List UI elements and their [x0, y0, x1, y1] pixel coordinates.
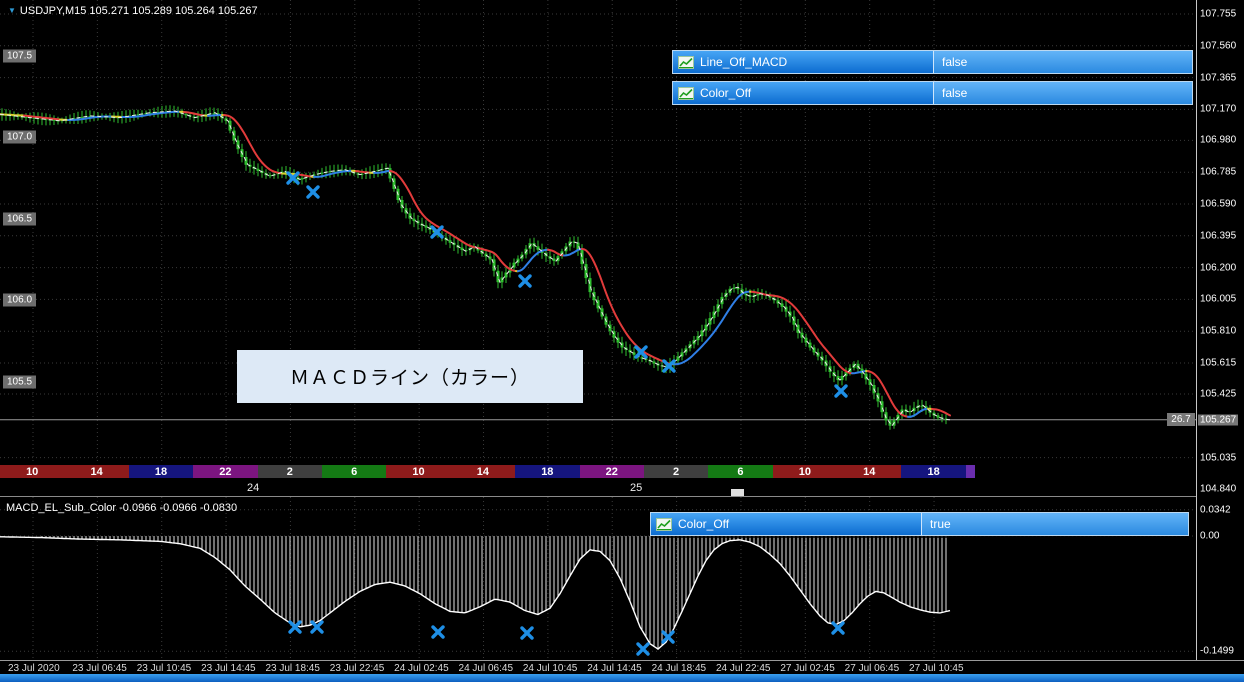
window-divider-grip[interactable] — [731, 489, 744, 496]
param-value: true — [921, 513, 1188, 535]
param-name: Line_Off_MACD — [700, 55, 788, 69]
param-name-cell: Color_Off — [651, 513, 921, 535]
scale-label: 104.840 — [1200, 483, 1237, 495]
price-level-tag: 105.5 — [3, 375, 37, 389]
time-axis-label: 24 Jul 02:45 — [394, 663, 449, 674]
indicator-icon — [678, 86, 694, 100]
scale-label: 107.170 — [1200, 103, 1237, 115]
time-axis-label: 24 Jul 06:45 — [458, 663, 514, 674]
session-segment: 18 — [515, 465, 580, 478]
time-axis-label: 23 Jul 2020 — [8, 663, 60, 674]
time-axis[interactable]: 23 Jul 2020 23 Jul 06:45 23 Jul 10:45 23 Ju… — [0, 660, 1244, 675]
param-name-cell: Line_Off_MACD — [673, 51, 933, 73]
indicator-title: MACD_EL_Sub_Color -0.0966 -0.0966 -0.083… — [6, 502, 238, 514]
session-segment: 18 — [901, 465, 966, 478]
session-hours-bar: 10 14 18 22 2 6 10 14 18 22 2 6 10 14 18 — [0, 465, 975, 478]
day-label: 25 — [630, 482, 643, 494]
scale-label: 0.00 — [1200, 530, 1220, 542]
session-segment: 10 — [0, 465, 65, 478]
time-axis-label: 24 Jul 22:45 — [715, 663, 771, 674]
time-axis-label: 27 Jul 10:45 — [909, 663, 964, 674]
scale-label: -0.1499 — [1200, 645, 1234, 657]
session-segment: 18 — [128, 465, 194, 478]
scale-label: 106.785 — [1200, 166, 1237, 178]
scale-label: 106.980 — [1200, 134, 1237, 146]
panel-divider[interactable] — [0, 496, 1244, 497]
time-axis-label: 27 Jul 02:45 — [780, 663, 835, 674]
time-axis-label: 23 Jul 10:45 — [136, 663, 192, 674]
chart-title-text: USDJPY,M15 105.271 105.289 105.264 105.2… — [19, 5, 258, 17]
param-name-cell: Color_Off — [673, 82, 933, 104]
session-segment: 22 — [579, 465, 644, 478]
session-segment: 6 — [708, 465, 773, 478]
time-axis-label: 23 Jul 06:45 — [72, 663, 127, 674]
param-value: false — [933, 51, 1192, 73]
scale-label: 105.810 — [1200, 325, 1237, 337]
mt4-chart-window: ▼ USDJPY,M15 105.271 105.289 105.264 105.… — [0, 0, 1244, 682]
session-segment: 2 — [257, 465, 322, 478]
scale-label: 106.395 — [1200, 230, 1237, 242]
scale-label: 106.590 — [1200, 198, 1237, 210]
time-axis-label: 23 Jul 18:45 — [265, 663, 320, 674]
scale-label: 106.005 — [1200, 293, 1237, 305]
param-name: Color_Off — [678, 517, 730, 531]
bid-price-scale-box: 105.267 — [1198, 414, 1239, 426]
session-segment: 14 — [450, 465, 516, 478]
chart-menu-triangle-icon[interactable]: ▼ — [8, 6, 16, 15]
price-level-tag: 107.0 — [3, 130, 37, 144]
scale-label: 105.425 — [1200, 388, 1237, 400]
time-axis-label: 23 Jul 14:45 — [201, 663, 256, 674]
time-axis-label: 24 Jul 10:45 — [522, 663, 578, 674]
indicator-icon — [678, 55, 694, 69]
day-label: 24 — [247, 482, 260, 494]
scale-label: 107.560 — [1200, 40, 1237, 52]
time-axis-label: 27 Jul 06:45 — [844, 663, 900, 674]
param-row-indicator-color-off[interactable]: Color_Off true — [650, 512, 1189, 536]
macd-line-color-label[interactable]: ＭＡＣＤライン（カラー） — [237, 350, 583, 403]
scale-label: 107.755 — [1200, 8, 1237, 20]
session-segment: 10 — [772, 465, 838, 478]
indicator-icon — [656, 517, 672, 531]
scale-label: 105.035 — [1200, 452, 1237, 464]
session-segment: 14 — [64, 465, 129, 478]
price-scale[interactable]: 107.755 107.560 107.365 107.170 106.980 106.7… — [1196, 0, 1244, 660]
scale-label: 105.615 — [1200, 357, 1237, 369]
chart-title: ▼ USDJPY,M15 105.271 105.289 105.264 105.… — [8, 5, 258, 17]
session-segment: 2 — [643, 465, 709, 478]
session-segment: 22 — [193, 465, 258, 478]
price-level-tag: 106.5 — [3, 212, 37, 226]
time-axis-label: 24 Jul 14:45 — [587, 663, 642, 674]
param-row-color-off[interactable]: Color_Off false — [672, 81, 1193, 105]
main-price-chart[interactable] — [0, 0, 1196, 497]
scale-label: 106.200 — [1200, 262, 1237, 274]
time-axis-label: 23 Jul 22:45 — [329, 663, 385, 674]
scale-label: 107.365 — [1200, 72, 1237, 84]
param-name: Color_Off — [700, 86, 752, 100]
price-level-tag: 106.0 — [3, 293, 37, 307]
bid-line-tag: 26.7 — [1167, 412, 1195, 426]
session-segment: 6 — [321, 465, 387, 478]
bottom-window-strip — [0, 674, 1244, 682]
session-segment — [965, 465, 975, 478]
session-segment: 10 — [386, 465, 451, 478]
param-value: false — [933, 82, 1192, 104]
session-segment: 14 — [837, 465, 902, 478]
scale-label: 0.0342 — [1200, 504, 1231, 516]
param-row-line-off-macd[interactable]: Line_Off_MACD false — [672, 50, 1193, 74]
price-level-tag: 107.5 — [3, 49, 37, 63]
time-axis-label: 24 Jul 18:45 — [651, 663, 707, 674]
